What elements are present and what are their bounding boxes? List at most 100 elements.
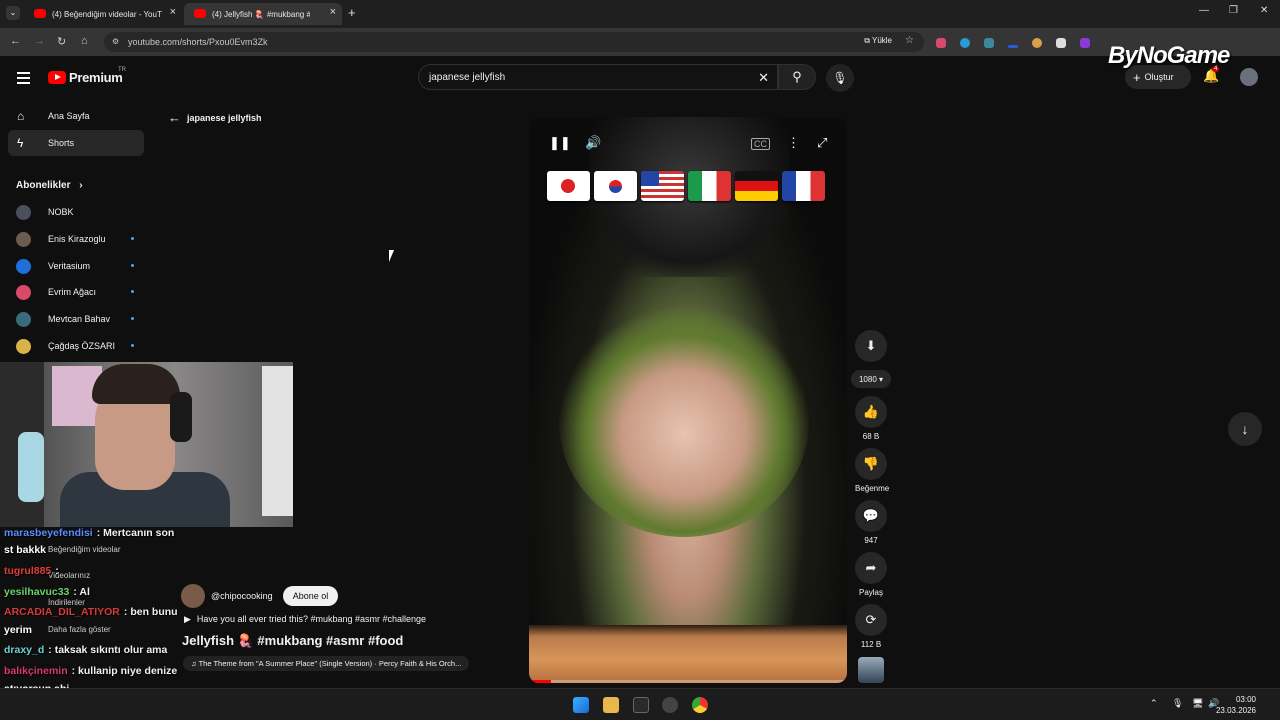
youtube-logo[interactable]: Premium TR [48,67,126,85]
back-to-search-link[interactable]: ← japanese jellyfish [168,110,262,125]
tab-list-icon[interactable]: ⌄ [6,6,20,20]
extension-icon[interactable] [1008,45,1018,48]
forward-icon[interactable]: → [34,35,45,47]
flag-france-icon [782,171,825,201]
tray-network-icon[interactable]: 🖥 [1192,698,1203,709]
window-close-icon[interactable]: ✕ [1260,5,1268,16]
chat-message: st bakkk [4,544,50,556]
tray-chevron-icon[interactable]: ⌃ [1150,698,1158,709]
shorts-icon: ϟ [17,136,24,150]
sidebar-sub-item[interactable]: Evrim Ağacı [16,282,136,302]
extension-icon[interactable] [1080,38,1090,48]
share-button[interactable]: ➦ Paylaş [855,552,887,597]
close-icon[interactable]: × [330,6,336,18]
sidebar-sub-item[interactable]: Veritasium [16,256,136,276]
reload-icon[interactable]: ↻ [57,35,66,48]
remix-icon: ⟳ [865,612,877,627]
channel-name[interactable]: @chipocooking [211,591,273,601]
subscribe-button[interactable]: Abone ol [282,586,339,606]
sound-thumbnail[interactable] [858,657,884,683]
sidebar-item-home[interactable]: ⌂ Ana Sayfa [8,103,144,129]
fullscreen-icon[interactable]: ⤢ [817,135,827,151]
channel-avatar [16,312,31,327]
chat-username: yesilhavuc33 [4,586,70,598]
voice-search-button[interactable]: 🎙 [826,64,854,92]
extension-icon[interactable] [960,38,970,48]
music-label[interactable]: ♫ The Theme from "A Summer Place" (Singl… [183,656,470,671]
tab-title: (4) Jellyfish 🪼 #mukbang #asmr [212,9,310,19]
clock-time: 03:00 [1235,695,1256,704]
dislike-button[interactable]: 👎 Beğenme [855,448,889,493]
more-options-icon[interactable]: ⋮ [787,135,800,151]
menu-icon[interactable] [17,72,30,84]
share-icon: ➦ [865,560,877,575]
new-content-dot [131,237,134,240]
close-icon[interactable]: × [170,6,176,18]
search-button[interactable]: ⚲ [778,64,816,90]
sidebar-sub-item[interactable]: NOBK [16,202,136,222]
channel-avatar [16,339,31,354]
plus-icon: + [1133,69,1141,85]
system-clock[interactable]: 03:00 23.03.2026 [1216,694,1256,716]
extension-icon[interactable] [1032,38,1042,48]
back-icon[interactable]: ← [10,35,21,47]
tray-mic-icon[interactable]: 🎙 [1172,698,1183,709]
site-info-icon[interactable]: ⚙ [112,37,119,46]
avatar[interactable] [1240,68,1258,86]
extension-icon[interactable] [1056,38,1066,48]
sidebar-sub-item[interactable]: Enis Kirazoglu [16,229,136,249]
home-icon[interactable]: ⌂ [81,35,88,47]
terminal-icon[interactable] [633,697,649,713]
flag-korea-icon [594,171,637,201]
sidebar-sub-item[interactable]: Çağdaş ÖZSARI [16,336,136,356]
sidebar-sub-item[interactable]: Mevtcan Bahav [16,309,136,329]
arrow-down-icon: ↓ [1241,421,1249,437]
captions-icon[interactable]: CC [751,138,770,150]
sidebar-item-liked[interactable]: Beğendiğim videolar [48,545,121,554]
channel-avatar[interactable] [181,584,205,608]
shorts-video-player[interactable]: ❚❚ 🔊 CC ⋮ ⤢ [529,117,847,683]
bookmark-star-icon[interactable]: ☆ [905,35,914,46]
search-input[interactable]: japanese jellyfish ✕ [418,64,778,90]
sub-name: Enis Kirazoglu [48,234,106,244]
new-tab-icon[interactable]: + [348,5,356,20]
start-icon[interactable] [573,697,589,713]
obs-icon[interactable] [662,697,678,713]
cutting-board [529,625,847,683]
file-explorer-icon[interactable] [603,697,619,713]
chrome-icon[interactable] [692,697,708,713]
sidebar-item-show-more[interactable]: Daha fazla göster [48,625,111,634]
mic-icon: 🎙 [832,71,848,85]
sidebar-item-shorts[interactable]: ϟ Shorts [8,130,144,156]
quality-select[interactable]: 1080 ▾ [851,370,891,388]
streamer-hair [92,364,180,404]
next-video-button[interactable]: ↓ [1228,412,1262,446]
clear-icon[interactable]: ✕ [758,70,769,86]
tab-liked-videos[interactable]: (4) Beğendiğim videolar - YouTube × [24,3,182,25]
video-description[interactable]: ▶ Have you all ever tried this? #mukbang … [184,614,426,625]
tab-jellyfish[interactable]: (4) Jellyfish 🪼 #mukbang #asmr × [184,3,342,25]
food-plate [559,307,809,537]
chat-text: : Al [73,586,90,598]
address-bar[interactable]: ⚙ youtube.com/shorts/Pxou0Evm3Zk ⧉ Yükle… [104,32,924,52]
chat-username: yerim [4,624,33,636]
remix-count: 112 B [860,640,882,649]
like-button[interactable]: 👍 68 B [855,396,887,441]
subscriptions-heading[interactable]: Abonelikler › [16,180,83,191]
upload-button[interactable]: ⧉ Yükle [864,36,892,46]
extension-icon[interactable] [984,38,994,48]
sub-name: Veritasium [48,261,91,271]
minimize-icon[interactable]: — [1199,5,1209,16]
download-button[interactable]: ⬇ [855,330,887,362]
sub-name: NOBK [48,207,74,217]
maximize-icon[interactable]: ❐ [1229,5,1238,16]
volume-icon[interactable]: 🔊 [585,135,601,151]
extension-icon[interactable] [936,38,946,48]
comments-button[interactable]: 💬 947 [855,500,887,545]
share-label: Paylaş [858,588,883,597]
progress-bar[interactable] [529,680,847,683]
pause-icon[interactable]: ❚❚ [549,135,571,151]
washing-machine [262,366,293,516]
channel-avatar [16,232,31,247]
remix-button[interactable]: ⟳ 112 B [855,604,887,649]
